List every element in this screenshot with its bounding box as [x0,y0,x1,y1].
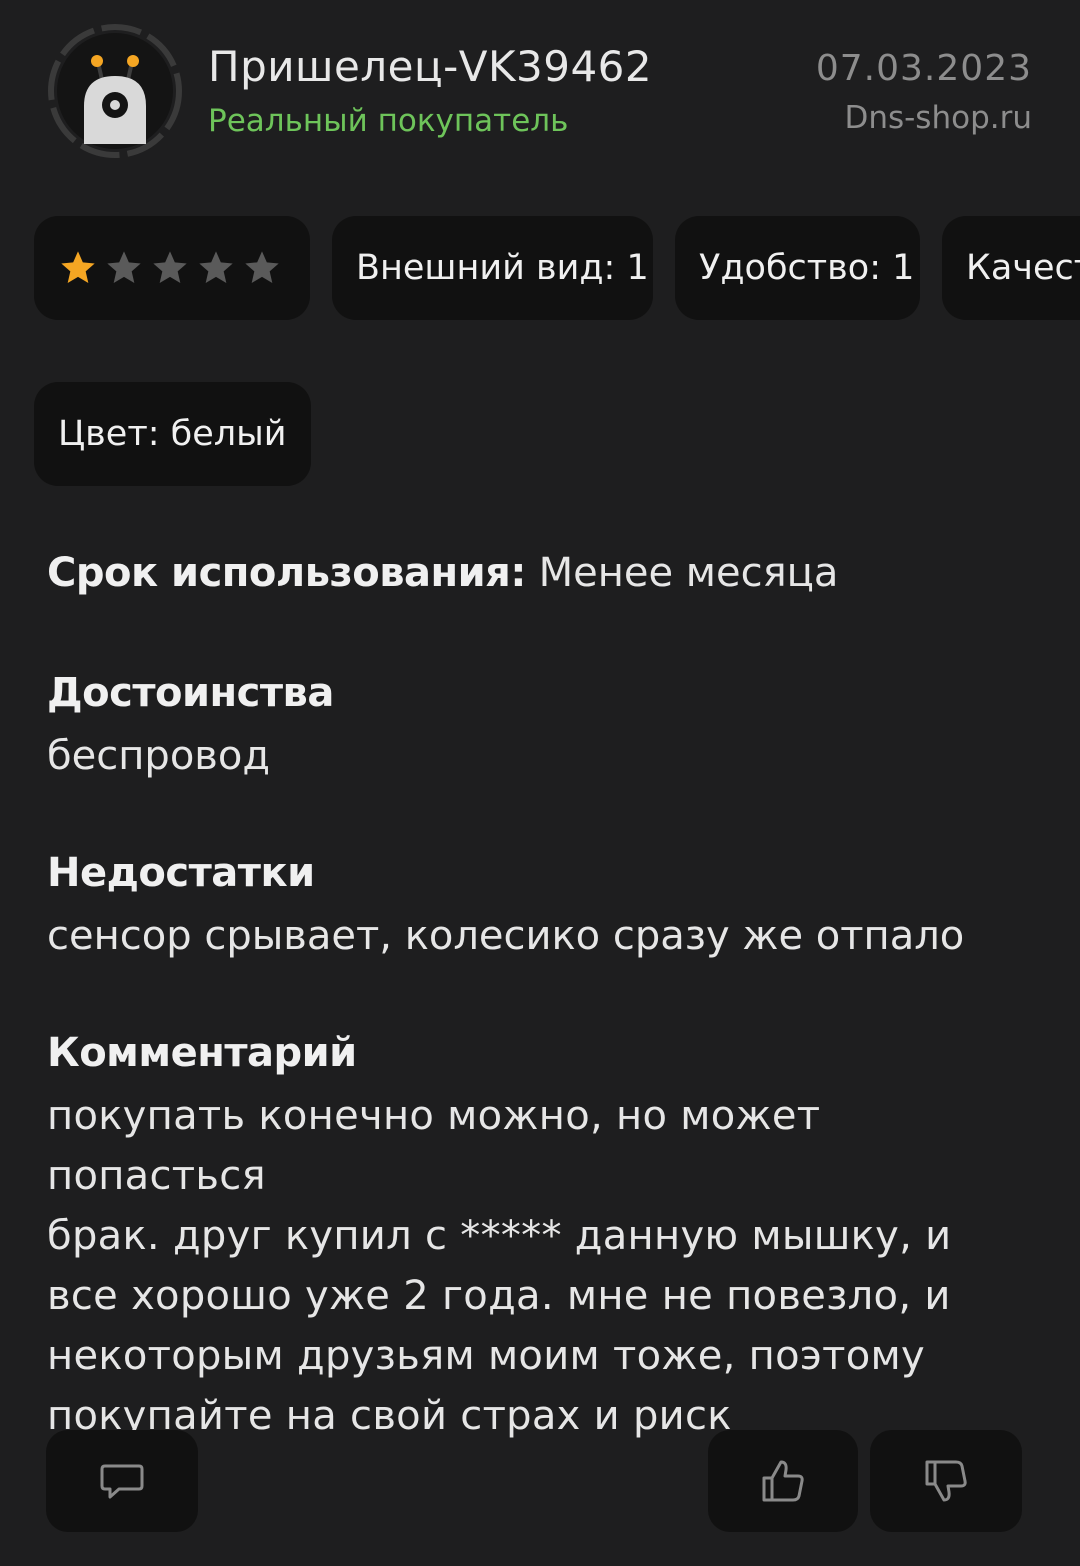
star-empty-icon [199,251,233,283]
comment-text: покупать конечно можно, но может попасть… [47,1093,952,1439]
alien-avatar-icon [48,24,182,158]
chip-color: Цвет: белый [34,382,311,486]
chip-quality: Качест [942,216,1080,320]
star-filled-icon [61,251,95,283]
thumbs-down-icon [925,1460,967,1502]
chip-convenience: Удобство: 1 [675,216,920,320]
comment-title: Комментарий [47,1030,357,1076]
rating-chips-row[interactable]: Внешний вид: 1 Удобство: 1 Качест [0,216,1080,320]
usage-label: Срок использования: [47,550,526,596]
chip-appearance: Внешний вид: 1 [332,216,653,320]
avatar[interactable] [46,22,184,160]
usage-period: Срок использования: Менее месяца [47,550,838,596]
review-header: Пришелец-VK39462 Реальный покупатель 07.… [0,0,1080,180]
star-empty-icon [153,251,187,283]
like-button[interactable] [708,1430,858,1532]
star-rating [58,248,282,288]
review-date: 07.03.2023 [815,48,1032,89]
thumbs-up-icon [762,1460,804,1502]
dislike-button[interactable] [870,1430,1022,1532]
review-source: Dns-shop.ru [844,100,1032,136]
star-rating-chip [34,216,310,320]
cons-text: сенсор срывает, колесико сразу же отпало [47,913,965,959]
comment-icon [100,1464,144,1499]
verified-buyer-badge: Реальный покупатель [208,103,569,139]
cons-title: Недостатки [47,850,315,896]
comment-button[interactable] [46,1430,198,1532]
author-name[interactable]: Пришелец-VK39462 [208,42,652,91]
star-empty-icon [107,251,141,283]
usage-value: Менее месяца [538,550,839,596]
star-empty-icon [245,251,279,283]
pros-title: Достоинства [47,670,334,716]
pros-text: беспровод [47,733,270,779]
